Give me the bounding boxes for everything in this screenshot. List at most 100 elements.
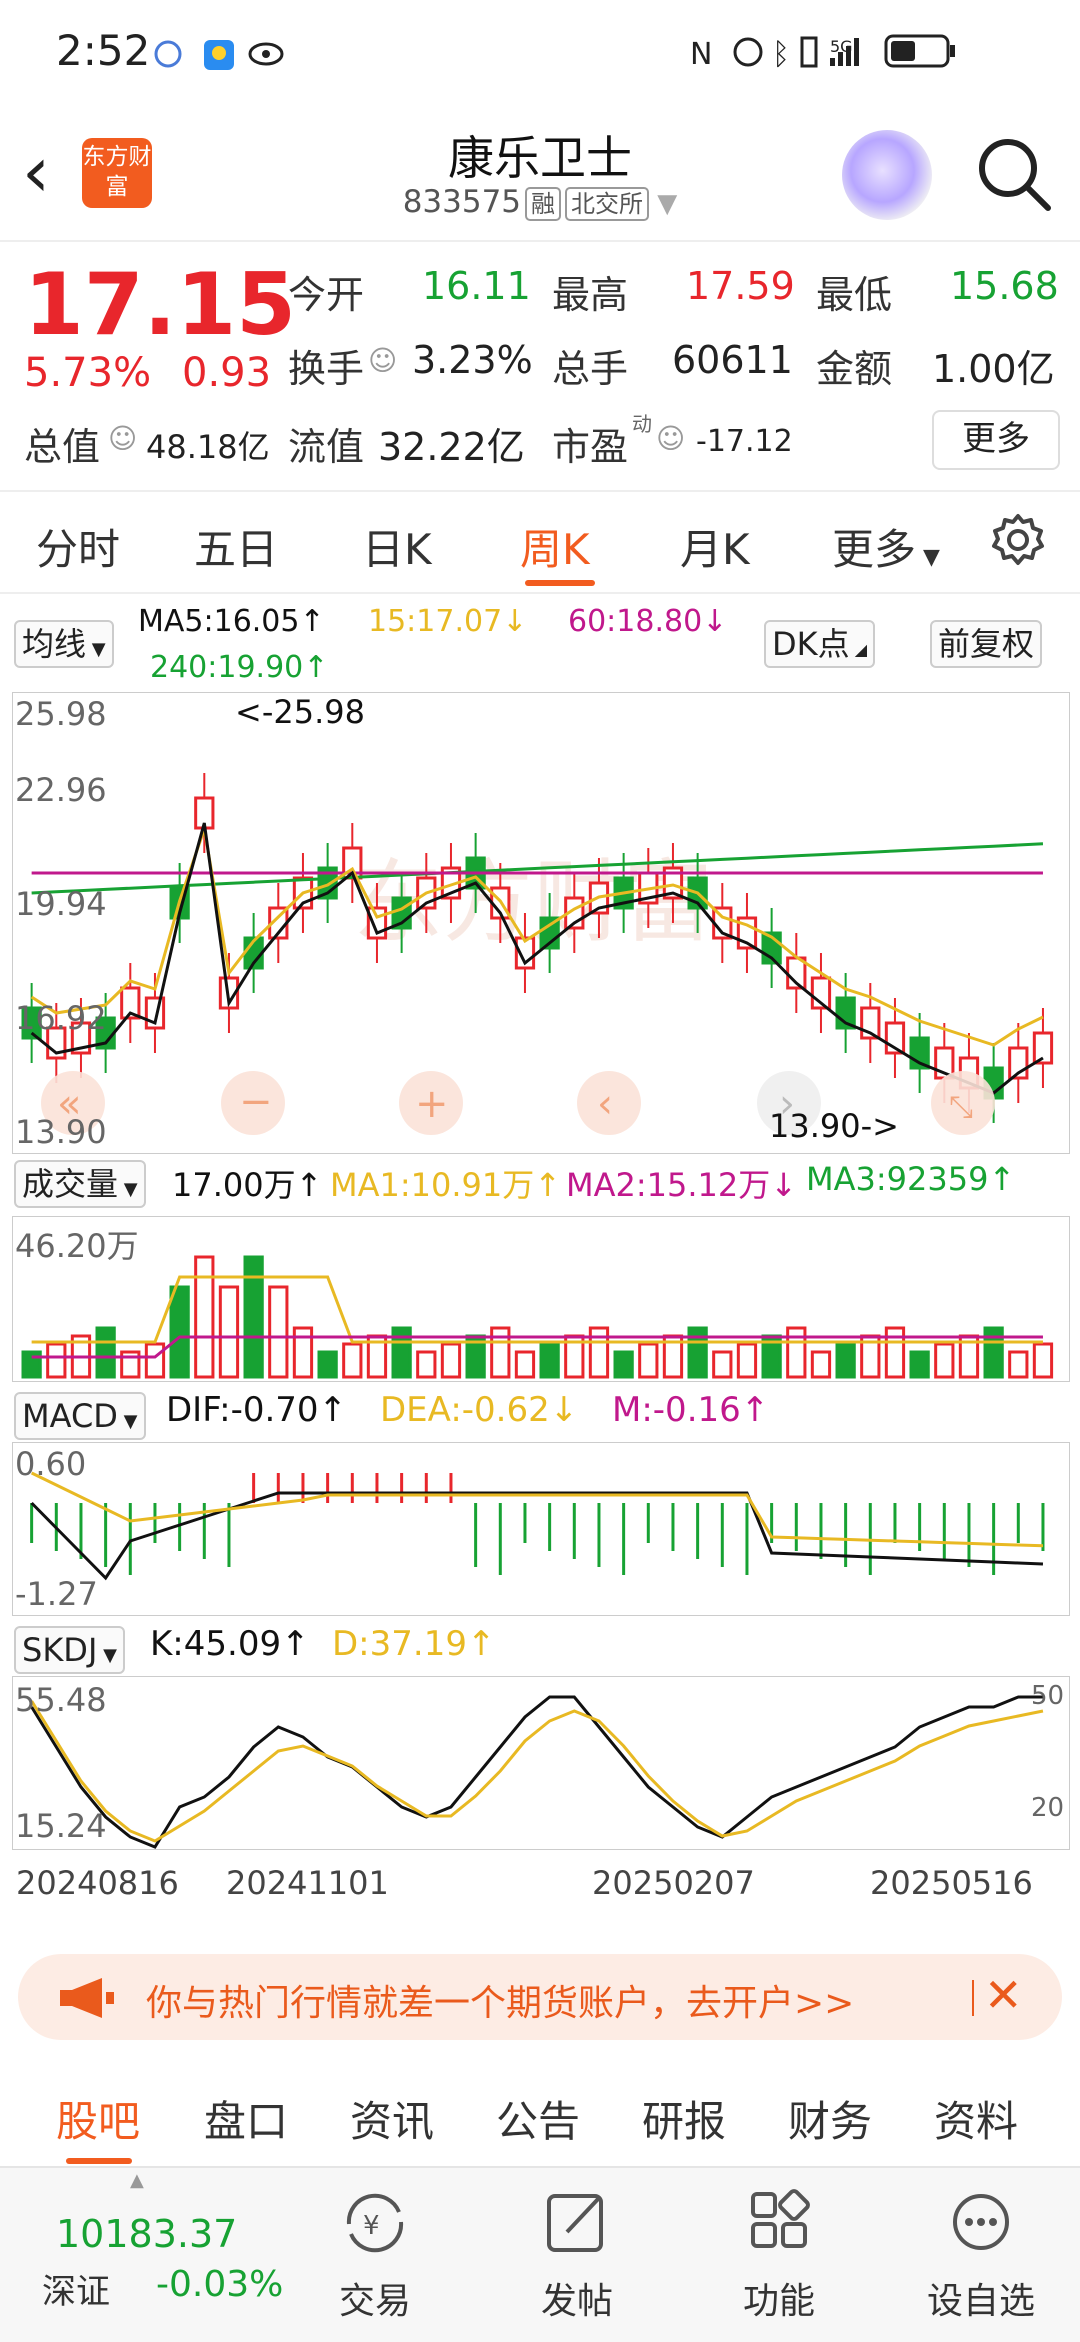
total-cap-label: 总值 — [24, 425, 101, 469]
ma15-value: 15:17.07↓ — [368, 604, 528, 639]
volume-bar — [909, 1350, 930, 1379]
tab-orderbook[interactable]: 盘口 — [204, 2088, 288, 2149]
add-watchlist-button[interactable]: 设自选 — [906, 2180, 1056, 2330]
promo-banner[interactable]: 你与热门行情就差一个期货账户，去开户>> ✕ — [18, 1954, 1062, 2040]
volume-bar — [588, 1326, 610, 1379]
skdj-k: K:45.09↑ — [150, 1624, 310, 1664]
macd-dea: DEA:-0.62↓ — [380, 1390, 579, 1430]
tab-announcements[interactable]: 公告 — [496, 2088, 580, 2149]
qq-icon — [154, 40, 182, 68]
volume-bar — [490, 1326, 511, 1379]
volume-bar — [638, 1342, 659, 1379]
macd-selector[interactable]: MACD ▼ — [14, 1392, 146, 1440]
more-quote-button[interactable]: 更多 — [932, 410, 1060, 470]
volume-chart[interactable]: 46.20万 — [12, 1216, 1070, 1382]
caret-down-icon: ▼ — [649, 189, 678, 219]
total-cap-value: 48.18亿 — [146, 428, 270, 466]
y-label-4: 16.92 — [15, 999, 107, 1037]
index-name: 深证 — [42, 2272, 110, 2312]
y-label-2: 22.96 — [15, 771, 107, 809]
svg-text:¥: ¥ — [363, 2211, 380, 2241]
tab-profile[interactable]: 资料 — [934, 2088, 1018, 2149]
volume-ma3: MA3:92359↑ — [806, 1160, 1016, 1198]
volume-bar — [514, 1350, 536, 1379]
tab-news[interactable]: 资讯 — [350, 2088, 434, 2149]
post-button[interactable]: 发帖 — [502, 2180, 652, 2330]
kline-chart[interactable]: 东方财富 « − + ‹ › ⤡ 25.98 22.96 19.94 16.92… — [12, 692, 1070, 1154]
ma-selector[interactable]: 均线 ▼ — [14, 620, 114, 668]
info-icon[interactable]: ☺ — [368, 344, 397, 377]
macd-svg — [30, 1471, 1045, 1581]
y-label-5: 13.90 — [15, 1113, 107, 1151]
high-value: 17.59 — [686, 264, 795, 308]
volume-bar — [786, 1326, 807, 1379]
open-value: 16.11 — [422, 264, 531, 308]
search-icon[interactable] — [972, 132, 1056, 216]
dk-point-button[interactable]: DK点 ◢ — [764, 620, 876, 668]
volume-bar — [712, 1350, 733, 1379]
volume-bar — [884, 1326, 906, 1379]
volume-y-label: 46.20万 — [15, 1227, 139, 1265]
trade-button[interactable]: ¥ 交易 — [300, 2180, 450, 2330]
megaphone-icon — [60, 1978, 114, 2018]
macd-chart[interactable]: 0.60 -1.27 — [12, 1442, 1070, 1616]
low-value: 15.68 — [950, 264, 1059, 308]
close-icon[interactable]: ✕ — [984, 1968, 1023, 2022]
stock-header: ‹ 东方财富 康乐卫士 833575 融北交所 ▼ — [0, 110, 1080, 242]
volume-svg — [21, 1255, 1054, 1379]
volume-bar — [194, 1255, 215, 1379]
index-value[interactable]: 10183.37 — [56, 2212, 237, 2256]
volume-selector[interactable]: 成交量 ▼ — [14, 1160, 146, 1208]
yen-cycle-icon: ¥ — [346, 2193, 404, 2253]
open-label: 今开 — [288, 273, 365, 317]
skdj-d: D:37.19↑ — [332, 1624, 496, 1664]
tab-forum[interactable]: 股吧 — [56, 2088, 140, 2149]
tab-weekly-k[interactable]: 周K — [520, 516, 590, 577]
volume-bar — [292, 1326, 314, 1379]
expand-icon: ⤡ — [949, 1090, 973, 1125]
skdj-selector[interactable]: SKDJ ▼ — [14, 1626, 125, 1674]
volume-bar — [835, 1342, 856, 1379]
tab-daily-k[interactable]: 日K — [362, 516, 432, 577]
dk-point-label: DK点 — [772, 625, 850, 663]
max-marker: <-25.98 — [235, 693, 365, 731]
caret-down-icon: ▼ — [97, 1645, 117, 1666]
bottom-bar: ▲ 10183.37 深证 -0.03% ¥ 交易 发帖 功能 设自选 — [0, 2166, 1080, 2342]
volume-bar — [810, 1350, 832, 1379]
amount-label: 金额 — [816, 347, 893, 391]
assistant-avatar[interactable] — [842, 130, 932, 220]
minus-icon: − — [239, 1079, 273, 1125]
functions-button[interactable]: 功能 — [704, 2180, 854, 2330]
ma240-value: 240:19.90↑ — [150, 650, 329, 685]
macd-y-bottom: -1.27 — [15, 1575, 98, 1613]
volume-bar — [342, 1342, 363, 1379]
volume-bar — [983, 1326, 1004, 1379]
skdj-right-bottom: 20 — [1031, 1793, 1065, 1823]
status-time: 2:52 — [56, 26, 151, 75]
pe-superscript: 动 — [632, 412, 652, 436]
volume-bar — [440, 1342, 462, 1379]
tab-research[interactable]: 研报 — [642, 2088, 726, 2149]
gear-icon[interactable] — [990, 512, 1046, 568]
y-label-3: 19.94 — [15, 885, 107, 923]
info-icon[interactable]: ☺ — [656, 422, 685, 455]
macd-m: M:-0.16↑ — [612, 1390, 770, 1430]
adjust-button[interactable]: 前复权 — [930, 620, 1043, 668]
tab-five-day[interactable]: 五日 — [194, 516, 278, 577]
skdj-selector-label: SKDJ — [22, 1631, 98, 1669]
tab-monthly-k[interactable]: 月K — [680, 516, 750, 577]
info-icon[interactable]: ☺ — [108, 422, 137, 455]
date-label-3: 20250207 — [592, 1864, 755, 1902]
tab-intraday[interactable]: 分时 — [36, 516, 120, 577]
tab-more[interactable]: 更多 ▼ — [832, 516, 940, 577]
volume-bar — [95, 1326, 116, 1379]
tab-finance[interactable]: 财务 — [788, 2088, 872, 2149]
volume-bars — [21, 1255, 1054, 1379]
low-label: 最低 — [816, 273, 893, 317]
chart-period-tabs: 分时 五日 日K 周K 月K 更多 ▼ — [0, 490, 1080, 594]
pe-value: -17.12 — [696, 424, 793, 459]
post-label: 发帖 — [540, 2281, 613, 2322]
skdj-chart[interactable]: 55.48 15.24 50 20 — [12, 1676, 1070, 1850]
date-label-1: 20240816 — [16, 1864, 179, 1902]
change-abs: 0.93 — [182, 350, 272, 396]
